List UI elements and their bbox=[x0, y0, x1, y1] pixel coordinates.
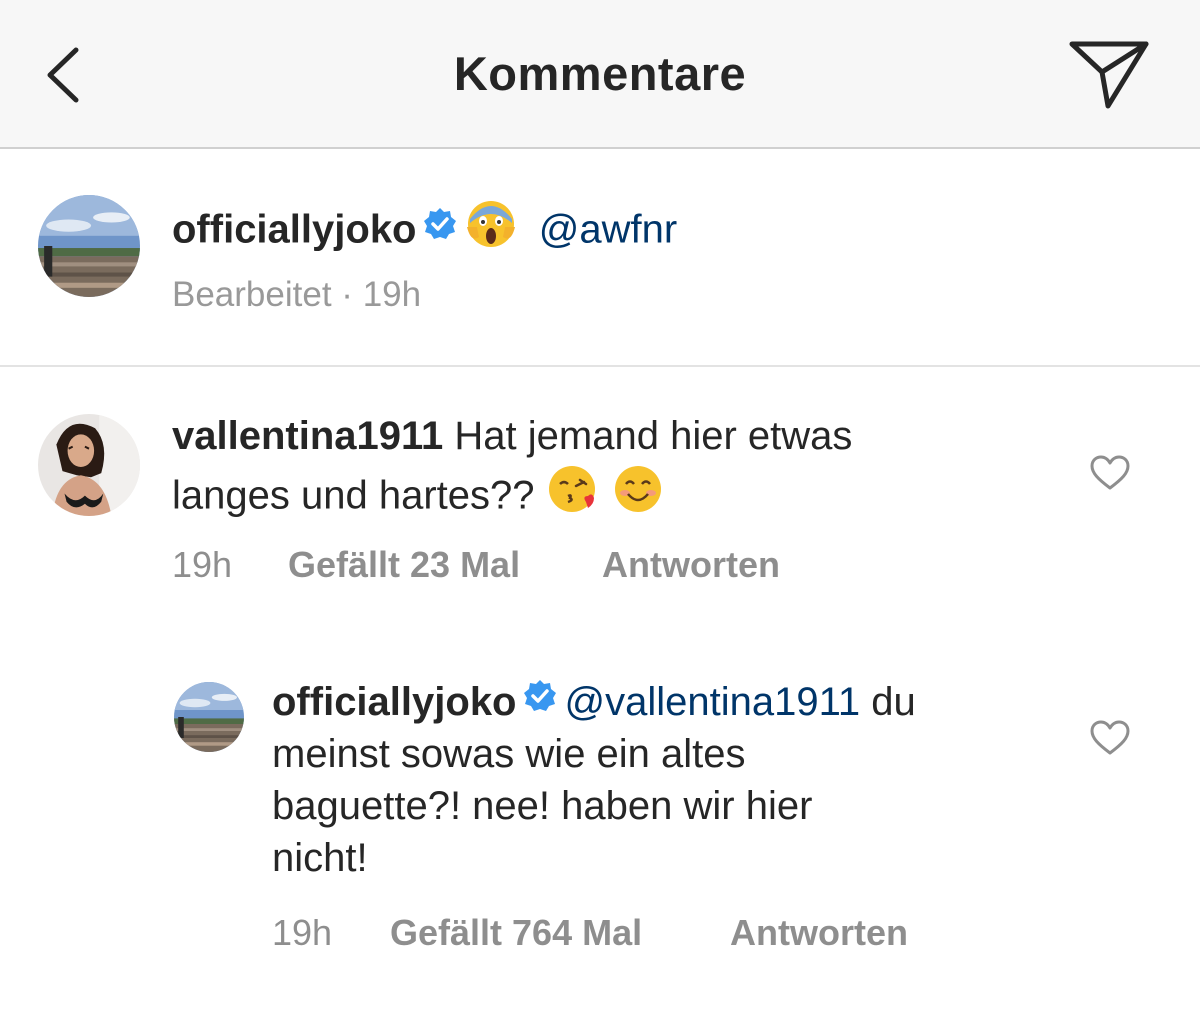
caption-mention-link[interactable]: @awfnr bbox=[539, 208, 677, 252]
comment-text: du bbox=[871, 680, 916, 724]
avatar[interactable] bbox=[38, 195, 140, 297]
caption-time: 19h bbox=[362, 275, 422, 314]
caption-username[interactable]: officiallyjoko bbox=[172, 208, 417, 252]
like-button[interactable] bbox=[1090, 720, 1130, 761]
verified-badge-icon bbox=[523, 678, 557, 723]
avatar[interactable] bbox=[38, 414, 140, 516]
face-screaming-in-fear-emoji bbox=[465, 197, 517, 259]
caption-meta: Bearbeitet · 19h bbox=[172, 275, 421, 315]
comment-text-line: officiallyjoko @vallentina1911 du bbox=[272, 678, 916, 727]
post-caption: officiallyjoko @awfnr Bearbeitet · 19h bbox=[0, 149, 1200, 367]
face-blowing-kiss-emoji bbox=[546, 462, 600, 526]
comment-text: Hat jemand hier etwas bbox=[454, 414, 853, 458]
comment-likes-wrapper: Gefällt 764 Mal bbox=[390, 912, 642, 954]
header-bar: Kommentare bbox=[0, 0, 1200, 149]
profile-photo-icon bbox=[38, 414, 140, 516]
heart-icon bbox=[1090, 455, 1130, 490]
paper-plane-icon bbox=[1069, 41, 1149, 109]
comment-text-line: baguette?! nee! haben wir hier bbox=[272, 784, 812, 829]
comment-time: 19h bbox=[172, 544, 233, 585]
avatar[interactable] bbox=[174, 682, 244, 752]
comment-text-line: vallentina1911 Hat jemand hier etwas bbox=[172, 414, 852, 459]
comment-text: nicht! bbox=[272, 836, 368, 880]
comment-text-line: nicht! bbox=[272, 836, 368, 881]
comment-text-line: langes und hartes?? bbox=[172, 466, 665, 530]
verified-badge-icon bbox=[423, 206, 457, 251]
caption-text: officiallyjoko @awfnr bbox=[172, 201, 677, 263]
crowd-photo-icon bbox=[38, 195, 140, 297]
heart-icon bbox=[1090, 720, 1130, 755]
reply-button[interactable]: Antworten bbox=[730, 912, 908, 953]
comment-text: baguette?! nee! haben wir hier bbox=[272, 784, 813, 828]
comment-text-line: meinst sowas wie ein altes bbox=[272, 732, 746, 777]
likes-count-link[interactable]: Gefällt 764 Mal bbox=[390, 912, 642, 953]
comment-username[interactable]: officiallyjoko bbox=[272, 680, 517, 724]
comment-reply-wrapper: Antworten bbox=[602, 544, 780, 586]
smiling-face-emoji bbox=[611, 462, 665, 526]
crowd-photo-icon bbox=[174, 682, 244, 752]
comment-meta: 19h bbox=[172, 544, 232, 586]
share-button[interactable] bbox=[1066, 36, 1152, 116]
comment-text: langes und hartes?? bbox=[172, 473, 535, 518]
edited-label: Bearbeitet bbox=[172, 275, 332, 314]
comment-text: meinst sowas wie ein altes bbox=[272, 732, 746, 776]
comment-username[interactable]: vallentina1911 bbox=[172, 414, 443, 458]
meta-separator: · bbox=[341, 275, 353, 314]
page-title: Kommentare bbox=[453, 47, 747, 100]
like-button[interactable] bbox=[1090, 455, 1130, 496]
likes-count-link[interactable]: Gefällt 23 Mal bbox=[288, 544, 520, 585]
comment-mention-link[interactable]: @vallentina1911 bbox=[565, 680, 861, 724]
comment-time: 19h bbox=[272, 912, 333, 953]
reply-button[interactable]: Antworten bbox=[602, 544, 780, 585]
comment-reply-wrapper: Antworten bbox=[730, 912, 908, 954]
comment-meta: 19h bbox=[272, 912, 332, 954]
comment-likes-wrapper: Gefällt 23 Mal bbox=[288, 544, 520, 586]
